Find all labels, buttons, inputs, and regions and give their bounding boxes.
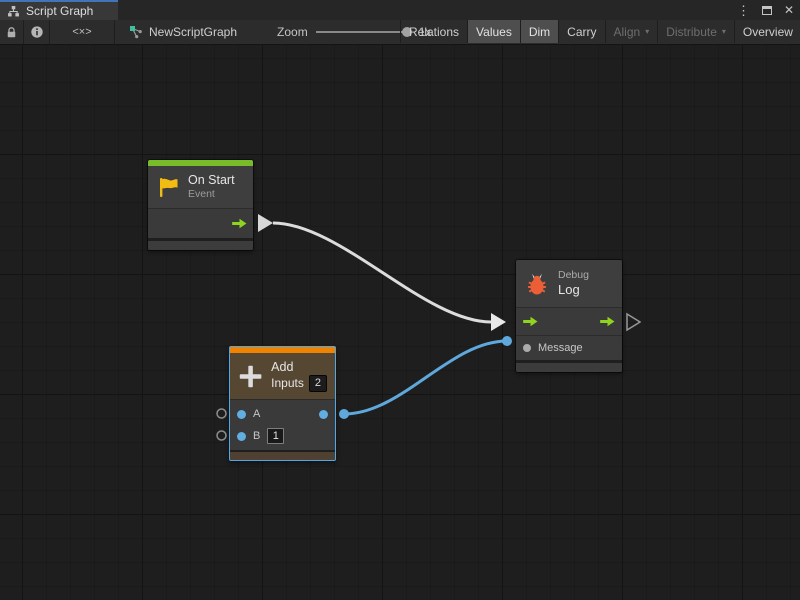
- control-input-port[interactable]: [523, 316, 538, 327]
- port-label-message: Message: [538, 342, 583, 354]
- info-button[interactable]: [24, 20, 50, 44]
- sum-output-port[interactable]: [319, 410, 328, 419]
- message-input-port[interactable]: [523, 344, 531, 352]
- inputs-count-field[interactable]: 2: [309, 375, 327, 392]
- wire-end-cap: [502, 336, 512, 346]
- node-footer: [230, 450, 335, 460]
- info-icon: [30, 25, 44, 39]
- unconnected-input-b-indicator: [217, 431, 226, 440]
- tab-title: Script Graph: [26, 4, 93, 18]
- node-title: Add: [271, 360, 327, 376]
- code-icon: <×>: [72, 26, 91, 38]
- graph-asset-icon: [129, 25, 143, 39]
- node-add[interactable]: Add Inputs 2 A B: [229, 346, 336, 461]
- relations-toggle[interactable]: Relations: [400, 20, 467, 43]
- script-graph-icon: [7, 5, 20, 18]
- values-toggle[interactable]: Values: [467, 20, 520, 43]
- carry-toggle[interactable]: Carry: [558, 20, 604, 43]
- dim-toggle[interactable]: Dim: [520, 20, 558, 43]
- control-output-port[interactable]: [232, 218, 247, 229]
- node-debug-log[interactable]: Debug Log Message: [516, 260, 622, 372]
- graph-asset-button[interactable]: NewScriptGraph: [115, 20, 251, 44]
- wire-end-arrow: [491, 313, 506, 331]
- align-menu-button[interactable]: Align ▾: [605, 20, 658, 43]
- node-subtitle: Event: [188, 188, 235, 201]
- value-wire-add-to-message[interactable]: [344, 341, 507, 414]
- port-label-b: B: [253, 430, 260, 442]
- flag-icon: [156, 175, 180, 199]
- node-title: On Start: [188, 173, 235, 189]
- unconnected-input-a-indicator: [217, 409, 226, 418]
- chevron-down-icon: ▾: [645, 27, 649, 36]
- node-footer: [516, 360, 622, 372]
- lock-icon: [5, 26, 18, 39]
- b-value-field[interactable]: [267, 428, 284, 444]
- node-category: Debug: [558, 269, 589, 282]
- window-tab-bar: Script Graph ⋮ ✕: [0, 0, 800, 20]
- maximize-icon[interactable]: [762, 6, 772, 15]
- lock-button[interactable]: [0, 20, 24, 44]
- input-port-a[interactable]: [237, 410, 246, 419]
- inputs-label: Inputs: [271, 376, 304, 391]
- window-controls: ⋮ ✕: [737, 0, 794, 20]
- distribute-menu-button[interactable]: Distribute ▾: [657, 20, 734, 43]
- window-menu-icon[interactable]: ⋮: [737, 4, 750, 17]
- plus-icon: [238, 363, 263, 390]
- graph-name: NewScriptGraph: [149, 25, 237, 39]
- wire-start-arrow: [258, 214, 273, 232]
- unconnected-control-output-indicator: [627, 314, 640, 330]
- close-icon[interactable]: ✕: [784, 4, 794, 16]
- input-port-b[interactable]: [237, 432, 246, 441]
- graph-toolbar: <×> NewScriptGraph Zoom 1x Relations Va: [0, 20, 800, 45]
- zoom-slider[interactable]: [316, 26, 411, 38]
- control-output-port[interactable]: [600, 316, 615, 327]
- chevron-down-icon: ▾: [722, 27, 726, 36]
- toolbar-right-group: Relations Values Dim Carry Align ▾ Distr…: [400, 20, 800, 43]
- wire-layer: [0, 45, 800, 600]
- node-on-start[interactable]: On Start Event: [148, 160, 253, 250]
- code-view-button[interactable]: <×>: [50, 20, 115, 44]
- script-graph-window: Script Graph ⋮ ✕ <×>: [0, 0, 800, 600]
- zoom-label: Zoom: [277, 25, 308, 39]
- wire-start-cap: [339, 409, 349, 419]
- node-title: Log: [558, 282, 589, 298]
- port-label-a: A: [253, 408, 260, 420]
- zoom-slider-track[interactable]: [316, 31, 411, 33]
- control-wire-onstart-to-log[interactable]: [273, 223, 491, 322]
- bug-icon: [524, 271, 550, 297]
- overview-button[interactable]: Overview: [734, 20, 800, 43]
- tab-script-graph[interactable]: Script Graph: [0, 0, 118, 20]
- graph-canvas[interactable]: On Start Event Debug: [0, 45, 800, 600]
- node-footer: [148, 238, 253, 250]
